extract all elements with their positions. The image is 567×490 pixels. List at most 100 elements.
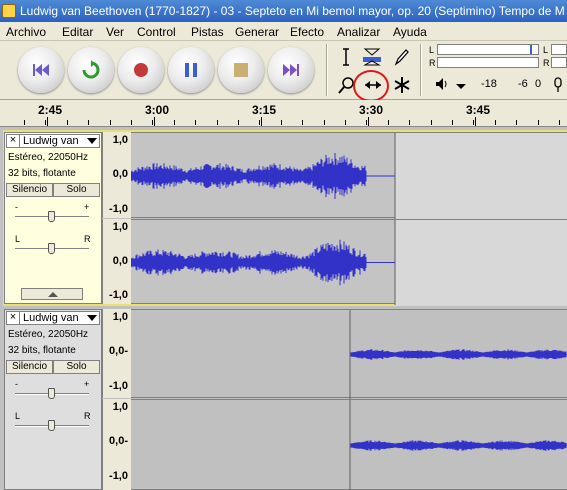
ruler-tick — [538, 120, 539, 125]
menu-editar[interactable]: Editar — [62, 25, 93, 39]
ruler-label: 3:15 — [252, 103, 277, 117]
menu-bar: Archivo Editar Ver Control Pistas Genera… — [0, 22, 567, 41]
skip-to-end-button[interactable] — [268, 47, 314, 93]
envelope-tool-icon — [363, 48, 381, 66]
meter-right-label: R — [429, 58, 436, 68]
ruler-tick — [495, 120, 496, 125]
close-track-icon[interactable]: × — [7, 135, 20, 147]
ruler-tick — [195, 120, 196, 125]
ruler-tick — [431, 120, 432, 125]
menu-ayuda[interactable]: Ayuda — [393, 25, 427, 39]
skip-to-start-button[interactable] — [18, 47, 64, 93]
microphone-icon[interactable] — [551, 76, 567, 94]
menu-analizar[interactable]: Analizar — [337, 25, 380, 39]
meter-scale-6: -6 — [518, 78, 528, 90]
collapse-track-button[interactable] — [21, 288, 83, 300]
draw-tool-icon — [394, 49, 409, 66]
timeline-ruler[interactable]: 2:45 3:00 3:15 3:30 3:45 — [0, 100, 567, 127]
waveform-channel-left[interactable] — [131, 309, 567, 399]
track-bitdepth: 32 bits, flotante — [8, 168, 76, 179]
pan-slider[interactable] — [48, 243, 55, 254]
scale-label-mid: 0,0- — [109, 435, 128, 447]
waveform — [131, 220, 567, 305]
skip-to-end-icon — [283, 64, 299, 76]
waveform — [349, 310, 567, 399]
ruler-tick — [516, 120, 517, 125]
meter-peak — [530, 45, 532, 54]
menu-efecto[interactable]: Efecto — [290, 25, 324, 39]
record-button[interactable] — [118, 47, 164, 93]
solo-button[interactable]: Solo — [53, 360, 100, 374]
gain-minus-label: - — [15, 379, 18, 389]
waveform-channel-left[interactable] — [131, 132, 567, 219]
track-name-menu[interactable]: × Ludwig van — [6, 311, 100, 325]
selection-tool[interactable] — [333, 44, 359, 70]
waveform-channel-right[interactable] — [131, 399, 567, 490]
amplitude-scale: 1,0 0,0 -1,0 — [102, 132, 131, 218]
draw-tool[interactable] — [388, 44, 414, 70]
selection-tool-icon — [343, 48, 349, 66]
meter-scale-0: 0 — [535, 78, 542, 90]
multi-tool[interactable] — [389, 72, 415, 98]
menu-pistas[interactable]: Pistas — [191, 25, 224, 39]
audio-track-1[interactable]: × Ludwig van Estéreo, 22050Hz 32 bits, f… — [0, 130, 567, 306]
ruler-tick — [281, 120, 282, 125]
meter-scale-18: -18 — [481, 78, 497, 90]
ruler-major-tick — [368, 117, 369, 126]
dropdown-arrow-icon — [87, 315, 97, 321]
ruler-label: 3:00 — [145, 103, 170, 117]
ruler-tick — [473, 120, 474, 125]
play-button[interactable] — [68, 47, 114, 93]
gain-slider[interactable] — [48, 388, 55, 399]
track-name-menu[interactable]: × Ludwig van — [6, 134, 100, 148]
play-loop-icon — [82, 60, 100, 79]
skip-to-start-icon — [33, 64, 49, 76]
stop-button[interactable] — [218, 47, 264, 93]
pan-left-label: L — [15, 411, 21, 421]
ruler-tick — [45, 120, 46, 125]
gain-plus-label: + — [84, 379, 90, 389]
menu-generar[interactable]: Generar — [235, 25, 279, 39]
ruler-tick — [366, 120, 367, 125]
scale-label-bottom: -1,0 — [109, 289, 128, 301]
ruler-tick — [559, 120, 560, 125]
envelope-tool[interactable] — [358, 44, 384, 70]
ruler-tick — [238, 120, 239, 125]
pan-slider[interactable] — [48, 420, 55, 431]
scale-label-bottom: -1,0 — [109, 380, 128, 392]
speaker-icon[interactable] — [434, 77, 468, 93]
mute-button[interactable]: Silencio — [6, 360, 53, 374]
ruler-tick — [388, 120, 389, 125]
gain-slider[interactable] — [48, 211, 55, 222]
ruler-major-tick — [261, 117, 262, 126]
pan-left-label: L — [15, 234, 21, 244]
app-icon — [2, 4, 16, 18]
scale-label-mid: 0,0- — [109, 345, 128, 357]
title-bar: Ludwig van Beethoven (1770-1827) - 03 - … — [0, 0, 567, 22]
audio-track-2[interactable]: × Ludwig van Estéreo, 22050Hz 32 bits, f… — [0, 309, 567, 490]
waveform-channel-right[interactable] — [131, 219, 567, 305]
ruler-tick — [452, 120, 453, 125]
ruler-label: 3:45 — [466, 103, 491, 117]
ruler-major-tick — [475, 117, 476, 126]
ruler-tick — [110, 120, 111, 125]
scale-label-mid: 0,0 — [112, 168, 128, 180]
pause-button[interactable] — [168, 47, 214, 93]
multi-tool-icon — [394, 77, 410, 93]
menu-archivo[interactable]: Archivo — [6, 25, 46, 39]
scale-label-top: 1,0 — [112, 134, 128, 146]
scale-label-mid: 0,0 — [112, 255, 128, 267]
menu-control[interactable]: Control — [137, 25, 176, 39]
annotation-circle — [353, 70, 389, 102]
solo-button[interactable]: Solo — [53, 183, 100, 197]
ruler-tick — [67, 120, 68, 125]
track-control-panel: × Ludwig van Estéreo, 22050Hz 32 bits, f… — [4, 309, 102, 490]
menu-ver[interactable]: Ver — [106, 25, 124, 39]
ruler-tick — [217, 120, 218, 125]
mute-solo-row: Silencio Solo — [6, 360, 100, 374]
window-title: Ludwig van Beethoven (1770-1827) - 03 - … — [20, 4, 565, 18]
close-track-icon[interactable]: × — [7, 312, 20, 324]
track-name: Ludwig van — [23, 312, 79, 324]
mute-button[interactable]: Silencio — [6, 183, 53, 197]
ruler-tick — [174, 120, 175, 125]
